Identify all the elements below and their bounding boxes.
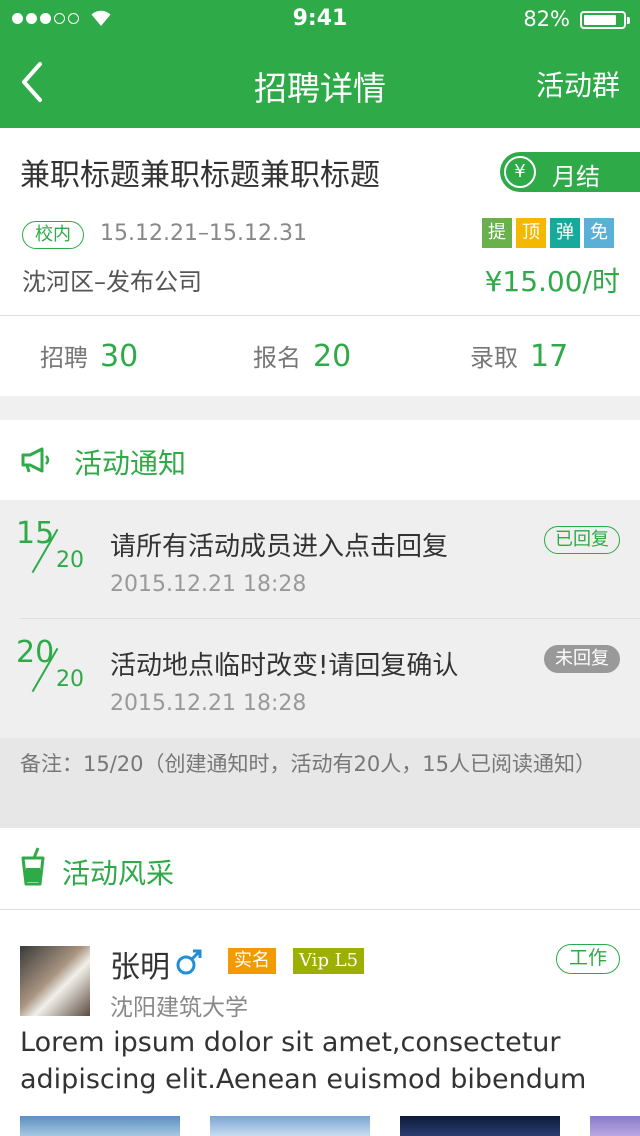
photo-thumbnail[interactable] [400,1116,560,1136]
date-range: 15.12.21–15.12.31 [100,221,307,246]
settlement-badge: ¥ 月结 [500,152,640,192]
read-ratio: 15 20 [16,516,84,574]
notice-time: 2015.12.21 18:28 [110,691,307,716]
stat-signup: 报名 20 [253,339,352,374]
job-tag: 免 [584,218,614,248]
job-tags: 提顶弹免 [482,218,614,248]
notice-item[interactable]: 20 20 活动地点临时改变!请回复确认 2015.12.21 18:28 未回复 [0,619,640,737]
photo-thumbnail[interactable] [20,1116,180,1136]
nav-bar: 招聘详情 活动群 [0,40,640,128]
vip-badge: Vip L5 [293,948,365,974]
avatar[interactable] [20,946,90,1016]
notice-time: 2015.12.21 18:28 [110,572,307,597]
job-card: 兼职标题兼职标题兼职标题 ¥ 月结 校内 15.12.21–15.12.31 提… [0,128,640,396]
male-icon [176,949,202,975]
campus-tag: 校内 [22,221,84,249]
gallery-post[interactable]: 张明 实名 Vip L5 工作 沈阳建筑大学 Lorem ipsum dolor… [0,910,640,1136]
job-tag: 弹 [550,218,580,248]
notice-text: 请所有活动成员进入点击回复 [110,532,449,562]
gallery-section-title: 活动风采 [62,857,175,890]
status-badge: 未回复 [544,645,620,673]
top-bar: 9:41 82% 招聘详情 活动群 [0,0,640,128]
settlement-label: 月结 [552,163,600,191]
gallery-section-header[interactable]: 活动风采 [0,828,640,910]
battery-icon [580,11,630,29]
yen-icon: ¥ [504,156,536,188]
read-ratio: 20 20 [16,635,84,693]
notice-section-title: 活动通知 [74,447,187,480]
user-name: 张明 [110,950,170,985]
drink-cup-icon [21,847,45,886]
status-bar: 9:41 82% [0,0,640,40]
photo-thumbnail[interactable] [590,1116,640,1136]
job-tag: 提 [482,218,512,248]
battery-percent: 82% [523,7,570,31]
stats-row: 招聘 30 报名 20 录取 17 [0,316,640,396]
job-tag: 顶 [516,218,546,248]
photo-thumbnail[interactable] [210,1116,370,1136]
notice-section-header[interactable]: 活动通知 [0,420,640,500]
job-salary: ¥15.00/时 [484,265,620,298]
notice-remark: 备注：15/20（创建通知时，活动有20人，15人已阅读通知） [0,738,640,828]
megaphone-icon [21,447,50,473]
post-text: Lorem ipsum dolor sit amet,consectetur a… [20,1027,587,1095]
notice-list: 15 20 请所有活动成员进入点击回复 2015.12.21 18:28 已回复 … [0,500,640,738]
stat-hired: 录取 17 [470,339,569,374]
status-badge: 已回复 [544,526,620,554]
user-school: 沈阳建筑大学 [110,995,248,1021]
work-tag: 工作 [555,944,620,974]
stat-recruit: 招聘 30 [40,339,139,374]
real-name-badge: 实名 [228,948,276,974]
job-title: 兼职标题兼职标题兼职标题 [20,158,380,193]
notice-item[interactable]: 15 20 请所有活动成员进入点击回复 2015.12.21 18:28 已回复 [0,500,640,619]
activity-group-button[interactable]: 活动群 [536,64,620,104]
job-location: 沈河区–发布公司 [22,268,202,296]
notice-text: 活动地点临时改变!请回复确认 [110,651,459,681]
